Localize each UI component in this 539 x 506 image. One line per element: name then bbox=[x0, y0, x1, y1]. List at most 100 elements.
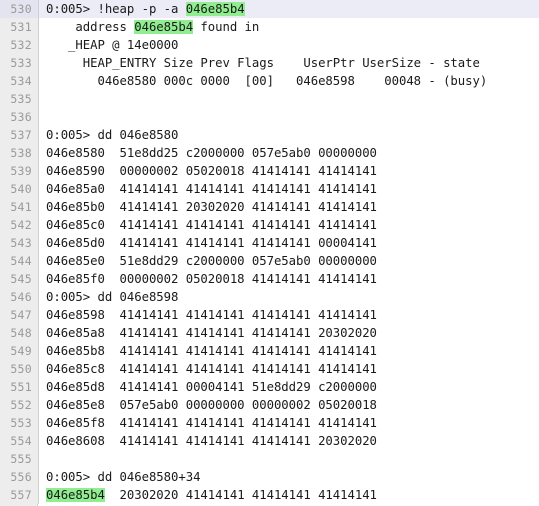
code-line[interactable]: 553 046e85f8 41414141 41414141 41414141 4… bbox=[0, 414, 539, 432]
code-line[interactable]: 536 bbox=[0, 108, 539, 126]
line-number: 555 bbox=[0, 450, 39, 468]
code-text-segment: 0:005> dd 046e8580 bbox=[46, 128, 179, 142]
code-line-text: HEAP_ENTRY Size Prev Flags UserPtr UserS… bbox=[46, 54, 480, 72]
code-text-segment: found in bbox=[193, 20, 260, 34]
line-number: 553 bbox=[0, 414, 39, 432]
line-number: 550 bbox=[0, 360, 39, 378]
code-text-segment: 046e85b0 41414141 20302020 41414141 4141… bbox=[46, 200, 377, 214]
line-number: 554 bbox=[0, 432, 39, 450]
code-line-text: 046e8598 41414141 41414141 41414141 4141… bbox=[46, 306, 377, 324]
code-line[interactable]: 534 046e8580 000c 0000 [00] 046e8598 000… bbox=[0, 72, 539, 90]
code-line[interactable]: 555 bbox=[0, 450, 539, 468]
code-line[interactable]: 538 046e8580 51e8dd25 c2000000 057e5ab0 0… bbox=[0, 144, 539, 162]
code-text-segment: 046e85a0 41414141 41414141 41414141 4141… bbox=[46, 182, 377, 196]
code-line[interactable]: 531 address 046e85b4 found in bbox=[0, 18, 539, 36]
code-line[interactable]: 532 _HEAP @ 14e0000 bbox=[0, 36, 539, 54]
line-number: 547 bbox=[0, 306, 39, 324]
code-line[interactable]: 551 046e85d8 41414141 00004141 51e8dd29 c… bbox=[0, 378, 539, 396]
line-number: 537 bbox=[0, 126, 39, 144]
code-text-segment: 046e8580 000c 0000 [00] 046e8598 00048 -… bbox=[46, 74, 488, 88]
code-line-text: _HEAP @ 14e0000 bbox=[46, 36, 178, 54]
code-text-segment: 20302020 41414141 41414141 41414141 bbox=[104, 488, 377, 502]
line-number: 538 bbox=[0, 144, 39, 162]
code-text-segment: 046e8598 41414141 41414141 41414141 4141… bbox=[46, 308, 377, 322]
code-text-segment: 046e85a8 41414141 41414141 41414141 2030… bbox=[46, 326, 377, 340]
code-text-segment: 0:005> dd 046e8580+34 bbox=[46, 470, 201, 484]
code-line-text: 046e85c0 41414141 41414141 41414141 4141… bbox=[46, 216, 377, 234]
code-line-text: 046e8580 000c 0000 [00] 046e8598 00048 -… bbox=[46, 72, 487, 90]
code-line-text: 046e85d0 41414141 41414141 41414141 0000… bbox=[46, 234, 377, 252]
code-line-text: 046e8580 51e8dd25 c2000000 057e5ab0 0000… bbox=[46, 144, 377, 162]
code-line-text: 046e8590 00000002 05020018 41414141 4141… bbox=[46, 162, 377, 180]
code-line-text: 0:005> dd 046e8580+34 bbox=[46, 468, 200, 486]
code-line[interactable]: 545 046e85f0 00000002 05020018 41414141 4… bbox=[0, 270, 539, 288]
highlighted-token: 046e85b4 bbox=[46, 488, 105, 502]
code-line-text: 046e85b8 41414141 41414141 41414141 4141… bbox=[46, 342, 377, 360]
code-line[interactable]: 539 046e8590 00000002 05020018 41414141 4… bbox=[0, 162, 539, 180]
code-text-segment: _HEAP @ 14e0000 bbox=[46, 38, 179, 52]
code-text-segment: 046e85e8 057e5ab0 00000000 00000002 0502… bbox=[46, 398, 377, 412]
line-number: 542 bbox=[0, 216, 39, 234]
highlighted-token: 046e85b4 bbox=[134, 20, 194, 34]
code-text-segment: 046e85e0 51e8dd29 c2000000 057e5ab0 0000… bbox=[46, 254, 377, 268]
line-number: 541 bbox=[0, 198, 39, 216]
code-line[interactable]: 552 046e85e8 057e5ab0 00000000 00000002 0… bbox=[0, 396, 539, 414]
code-line[interactable]: 537 0:005> dd 046e8580 bbox=[0, 126, 539, 144]
line-number: 557 bbox=[0, 486, 39, 504]
code-line-text: 046e8608 41414141 41414141 41414141 2030… bbox=[46, 432, 377, 450]
code-text-segment: 046e8590 00000002 05020018 41414141 4141… bbox=[46, 164, 377, 178]
line-number: 548 bbox=[0, 324, 39, 342]
code-line[interactable]: 544 046e85e0 51e8dd29 c2000000 057e5ab0 0… bbox=[0, 252, 539, 270]
code-line-text: 046e85a0 41414141 41414141 41414141 4141… bbox=[46, 180, 377, 198]
code-lines-container: 530 0:005> !heap -p -a 046e85b4 531 addres… bbox=[0, 0, 539, 504]
code-viewer[interactable]: 530 0:005> !heap -p -a 046e85b4 531 addres… bbox=[0, 0, 539, 506]
code-text-segment: HEAP_ENTRY Size Prev Flags UserPtr UserS… bbox=[46, 56, 480, 70]
code-line[interactable]: 550 046e85c8 41414141 41414141 41414141 4… bbox=[0, 360, 539, 378]
code-line[interactable]: 549 046e85b8 41414141 41414141 41414141 4… bbox=[0, 342, 539, 360]
line-number: 556 bbox=[0, 468, 39, 486]
code-line-text: 046e85a8 41414141 41414141 41414141 2030… bbox=[46, 324, 377, 342]
code-text-segment: 046e85f0 00000002 05020018 41414141 4141… bbox=[46, 272, 377, 286]
code-line[interactable]: 543 046e85d0 41414141 41414141 41414141 0… bbox=[0, 234, 539, 252]
code-line-text: 0:005> dd 046e8598 bbox=[46, 288, 178, 306]
code-line[interactable]: 554 046e8608 41414141 41414141 41414141 2… bbox=[0, 432, 539, 450]
line-number: 533 bbox=[0, 54, 39, 72]
code-text-segment: 0:005> dd 046e8598 bbox=[46, 290, 179, 304]
code-line[interactable]: 530 0:005> !heap -p -a 046e85b4 bbox=[0, 0, 539, 18]
code-line[interactable]: 541 046e85b0 41414141 20302020 41414141 4… bbox=[0, 198, 539, 216]
code-text-segment: 046e85f8 41414141 41414141 41414141 4141… bbox=[46, 416, 377, 430]
code-line[interactable]: 548 046e85a8 41414141 41414141 41414141 2… bbox=[0, 324, 539, 342]
code-line-text: 0:005> dd 046e8580 bbox=[46, 126, 178, 144]
code-line[interactable]: 557 046e85b4 20302020 41414141 41414141 4… bbox=[0, 486, 539, 504]
code-line[interactable]: 535 bbox=[0, 90, 539, 108]
line-number: 536 bbox=[0, 108, 39, 126]
code-line[interactable]: 540 046e85a0 41414141 41414141 41414141 4… bbox=[0, 180, 539, 198]
code-text-segment: 046e85d8 41414141 00004141 51e8dd29 c200… bbox=[46, 380, 377, 394]
line-number: 535 bbox=[0, 90, 39, 108]
code-line[interactable]: 546 0:005> dd 046e8598 bbox=[0, 288, 539, 306]
code-line-text: 046e85b0 41414141 20302020 41414141 4141… bbox=[46, 198, 377, 216]
line-number: 540 bbox=[0, 180, 39, 198]
code-text-segment: 046e85c0 41414141 41414141 41414141 4141… bbox=[46, 218, 377, 232]
code-line[interactable]: 556 0:005> dd 046e8580+34 bbox=[0, 468, 539, 486]
line-number: 539 bbox=[0, 162, 39, 180]
code-line-text: 046e85b4 20302020 41414141 41414141 4141… bbox=[46, 486, 377, 504]
line-number: 546 bbox=[0, 288, 39, 306]
line-number: 545 bbox=[0, 270, 39, 288]
line-number: 551 bbox=[0, 378, 39, 396]
code-line-text: 0:005> !heap -p -a 046e85b4 bbox=[46, 0, 245, 18]
code-line-text: 046e85f0 00000002 05020018 41414141 4141… bbox=[46, 270, 377, 288]
code-line-text: address 046e85b4 found in bbox=[46, 18, 259, 36]
code-line[interactable]: 547 046e8598 41414141 41414141 41414141 4… bbox=[0, 306, 539, 324]
line-number: 552 bbox=[0, 396, 39, 414]
highlighted-token: 046e85b4 bbox=[185, 2, 245, 16]
code-text-segment: 046e85c8 41414141 41414141 41414141 4141… bbox=[46, 362, 377, 376]
line-number: 530 bbox=[0, 0, 39, 18]
code-line[interactable]: 542 046e85c0 41414141 41414141 41414141 4… bbox=[0, 216, 539, 234]
code-line[interactable]: 533 HEAP_ENTRY Size Prev Flags UserPtr U… bbox=[0, 54, 539, 72]
code-text-segment: 046e8580 51e8dd25 c2000000 057e5ab0 0000… bbox=[46, 146, 377, 160]
code-line-text: 046e85c8 41414141 41414141 41414141 4141… bbox=[46, 360, 377, 378]
line-number: 544 bbox=[0, 252, 39, 270]
code-text-segment: 046e85b8 41414141 41414141 41414141 4141… bbox=[46, 344, 377, 358]
code-line-text: 046e85f8 41414141 41414141 41414141 4141… bbox=[46, 414, 377, 432]
